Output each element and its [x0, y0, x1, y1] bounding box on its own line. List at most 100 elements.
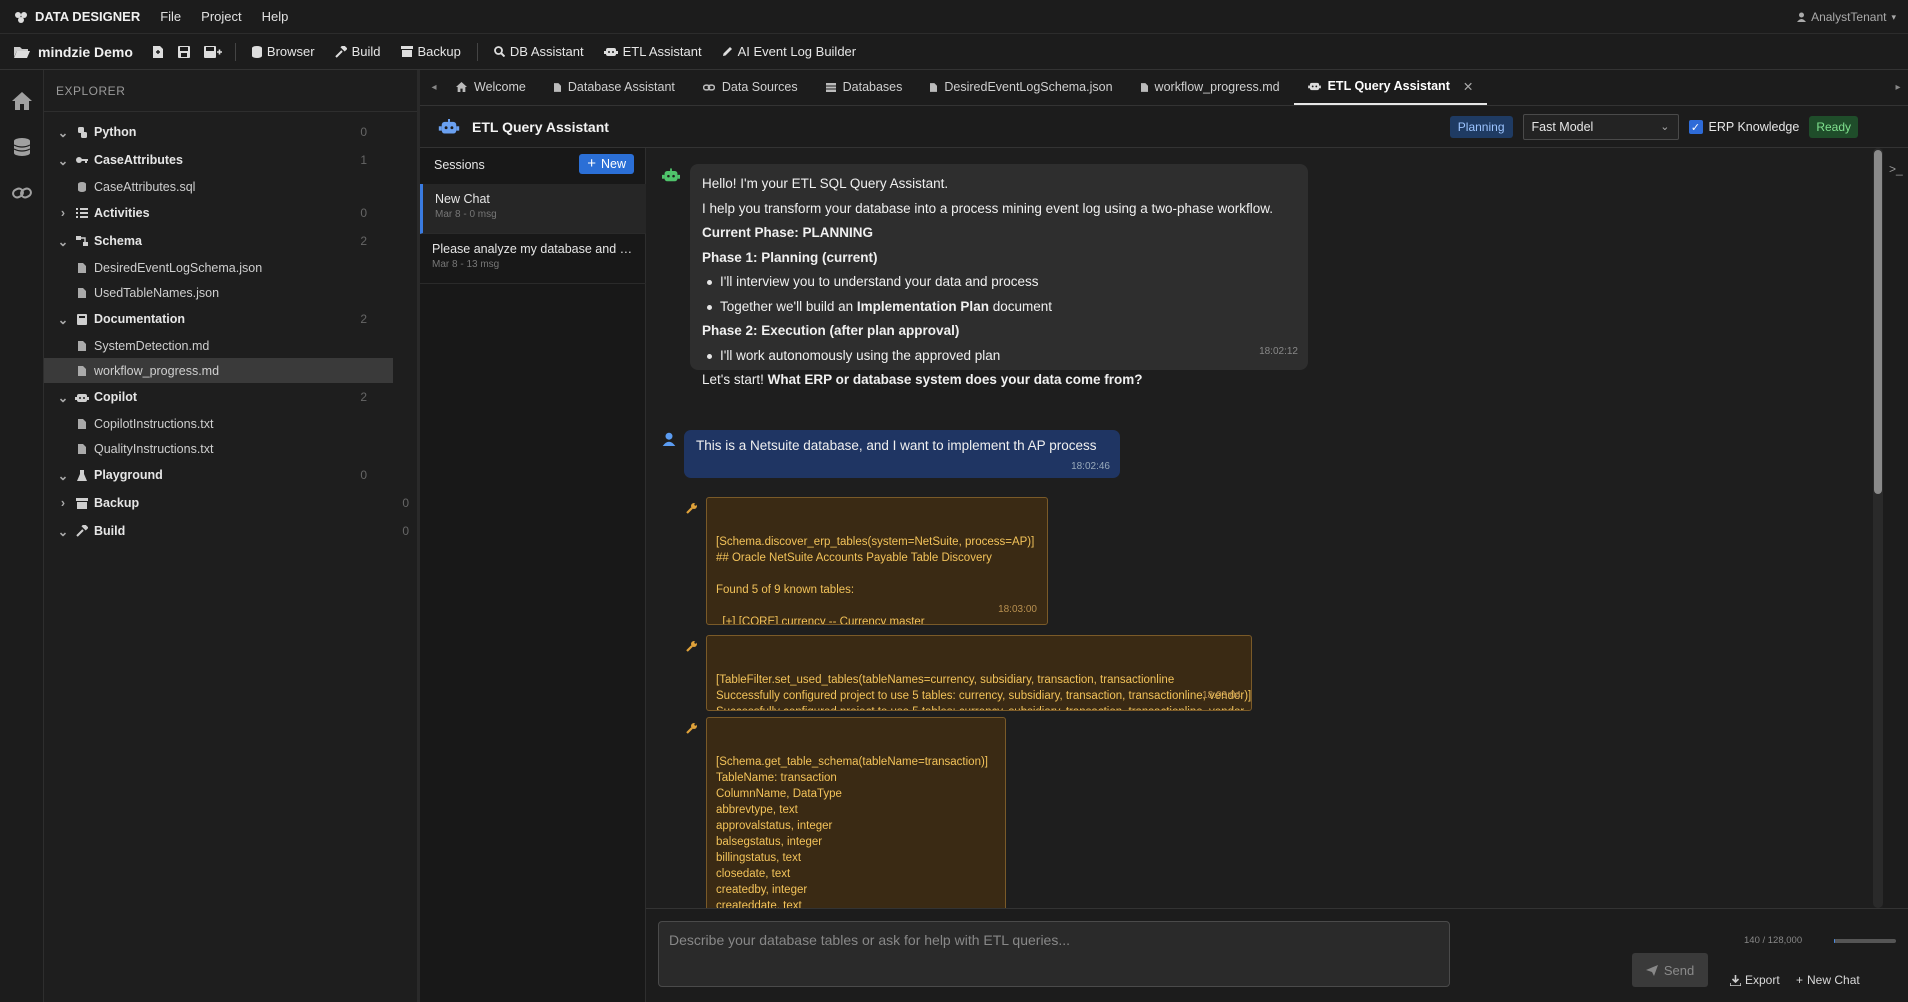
folder-label: Build	[94, 524, 126, 538]
folder-label: Python	[94, 125, 137, 139]
close-tab-icon[interactable]: ✕	[1463, 79, 1473, 94]
chevron-down-icon[interactable]: ⌄	[56, 524, 70, 539]
folder-schema[interactable]: ⌄ Schema 2	[44, 227, 417, 255]
tab-workflow-progress[interactable]: workflow_progress.md	[1127, 69, 1294, 105]
tab-databases[interactable]: Databases	[812, 69, 917, 105]
chat-messages: Hello! I'm your ETL SQL Query Assistant.…	[646, 148, 1874, 908]
wrench-icon	[686, 640, 698, 652]
tab-etl-query-assistant[interactable]: ETL Query Assistant ✕	[1293, 69, 1488, 105]
chevron-down-icon[interactable]: ⌄	[56, 234, 70, 249]
folder-case-attributes[interactable]: ⌄ CaseAttributes 1	[44, 146, 417, 174]
link-icon[interactable]	[0, 170, 44, 216]
chevron-down-icon: ⌄	[1660, 121, 1670, 133]
tab-welcome[interactable]: Welcome	[442, 69, 540, 105]
file-label: SystemDetection.md	[94, 338, 210, 353]
chevron-right-icon[interactable]: ›	[56, 496, 70, 510]
user-menu[interactable]: AnalystTenant ▾	[1797, 10, 1896, 24]
event-log-builder-button[interactable]: AI Event Log Builder	[714, 39, 865, 65]
file-icon	[553, 82, 561, 92]
sessions-header: Sessions + New	[420, 148, 646, 182]
file-label: CopilotInstructions.txt	[94, 416, 214, 431]
save-icon[interactable]	[173, 41, 195, 63]
user-avatar-icon	[662, 432, 676, 446]
session-item[interactable]: Please analyze my database and ide... Ma…	[420, 234, 646, 284]
tabs-scroll-left-icon[interactable]: ◂	[426, 82, 442, 93]
tabs-scroll-right-icon[interactable]: ▸	[1890, 82, 1906, 93]
menu-help[interactable]: Help	[262, 9, 289, 24]
robot-icon	[1307, 81, 1321, 91]
chevron-down-icon[interactable]: ⌄	[56, 153, 70, 168]
erp-knowledge-toggle[interactable]: ✓ ERP Knowledge	[1688, 120, 1799, 134]
folder-count: 0	[402, 524, 409, 538]
file-label: workflow_progress.md	[94, 363, 220, 378]
file-quality-instructions[interactable]: QualityInstructions.txt	[44, 436, 417, 461]
terminal-icon[interactable]: >_	[1889, 162, 1903, 176]
folder-label: Backup	[94, 496, 140, 510]
file-icon	[74, 287, 90, 298]
folder-count: 0	[360, 125, 367, 139]
folder-documentation[interactable]: ⌄ Documentation 2	[44, 305, 417, 333]
etl-assistant-button[interactable]: ETL Assistant	[596, 39, 710, 65]
session-title: Please analyze my database and ide...	[432, 242, 634, 256]
tab-desired-event-log-schema[interactable]: DesiredEventLogSchema.json	[916, 69, 1126, 105]
editor-tabs: ◂ Welcome Database Assistant Data Source…	[420, 70, 1908, 106]
book-icon	[74, 313, 90, 325]
db-assistant-button[interactable]: DB Assistant	[486, 39, 592, 65]
tab-database-assistant[interactable]: Database Assistant	[540, 69, 689, 105]
folder-count: 0	[360, 468, 367, 482]
file-desired-event-log-schema[interactable]: DesiredEventLogSchema.json	[44, 255, 417, 280]
tab-data-sources[interactable]: Data Sources	[689, 69, 812, 105]
user-name: AnalystTenant	[1811, 10, 1887, 24]
chat-input[interactable]: Describe your database tables or ask for…	[658, 921, 1450, 987]
browser-button[interactable]: Browser	[244, 39, 323, 65]
folder-backup[interactable]: › Backup 0	[44, 489, 417, 517]
message-line: Let's start! What ERP or database system…	[702, 372, 1143, 387]
menu-project[interactable]: Project	[201, 9, 241, 24]
file-case-attributes-sql[interactable]: CaseAttributes.sql	[44, 174, 417, 199]
folder-copilot[interactable]: ⌄ Copilot 2	[44, 383, 417, 411]
file-icon	[74, 340, 90, 351]
app-brand: DATA DESIGNER	[14, 9, 140, 24]
explorer-panel: EXPLORER ⌄ Python 0 ⌄ CaseAttributes 1 C…	[44, 70, 420, 1002]
home-icon[interactable]	[0, 78, 44, 124]
toolbar-separator	[234, 42, 236, 61]
database-nav-icon[interactable]	[0, 124, 44, 170]
new-session-button[interactable]: + New	[579, 154, 634, 174]
folder-build[interactable]: ⌄ Build 0	[44, 517, 417, 545]
message-timestamp: 18:02:12	[1259, 345, 1298, 357]
folder-label: Documentation	[94, 312, 185, 326]
message-line: I help you transform your database into …	[702, 200, 1274, 216]
new-file-icon[interactable]	[147, 41, 169, 63]
chat-scrollbar[interactable]	[1873, 148, 1883, 908]
model-select[interactable]: Fast Model ⌄	[1522, 114, 1679, 140]
folder-open-icon	[14, 45, 30, 58]
chevron-down-icon[interactable]: ⌄	[56, 312, 70, 327]
chevron-down-icon[interactable]: ⌄	[56, 125, 70, 140]
export-button[interactable]: Export	[1730, 973, 1780, 987]
chevron-right-icon[interactable]: ›	[56, 206, 70, 220]
file-copilot-instructions[interactable]: CopilotInstructions.txt	[44, 411, 417, 436]
session-meta: Mar 8 - 13 msg	[432, 259, 500, 270]
tool-output: [TableFilter.set_used_tables(tableNames=…	[716, 674, 1252, 710]
file-system-detection[interactable]: SystemDetection.md	[44, 333, 417, 358]
folder-activities[interactable]: › Activities 0	[44, 199, 417, 227]
menu-file[interactable]: File	[160, 9, 181, 24]
chevron-down-icon[interactable]: ⌄	[56, 468, 70, 483]
checkbox-checked-icon[interactable]: ✓	[1688, 120, 1703, 134]
folder-playground[interactable]: ⌄ Playground 0	[44, 461, 417, 489]
scrollbar-thumb[interactable]	[1874, 150, 1882, 494]
file-icon	[74, 418, 90, 429]
backup-button[interactable]: Backup	[393, 39, 469, 65]
build-button[interactable]: Build	[327, 39, 389, 65]
file-used-table-names[interactable]: UsedTableNames.json	[44, 280, 417, 305]
chevron-down-icon[interactable]: ⌄	[56, 390, 70, 405]
folder-python[interactable]: ⌄ Python 0	[44, 118, 417, 146]
chat-input-area: Describe your database tables or ask for…	[646, 908, 1908, 1002]
save-as-icon[interactable]	[199, 41, 227, 63]
folder-label: Playground	[94, 468, 163, 482]
send-button[interactable]: Send	[1632, 953, 1708, 987]
new-chat-button[interactable]: + New Chat	[1796, 973, 1860, 987]
session-item[interactable]: New Chat Mar 8 - 0 msg	[420, 184, 646, 234]
file-workflow-progress[interactable]: workflow_progress.md	[44, 358, 393, 383]
message-timestamp: 18:02:46	[1071, 461, 1110, 472]
